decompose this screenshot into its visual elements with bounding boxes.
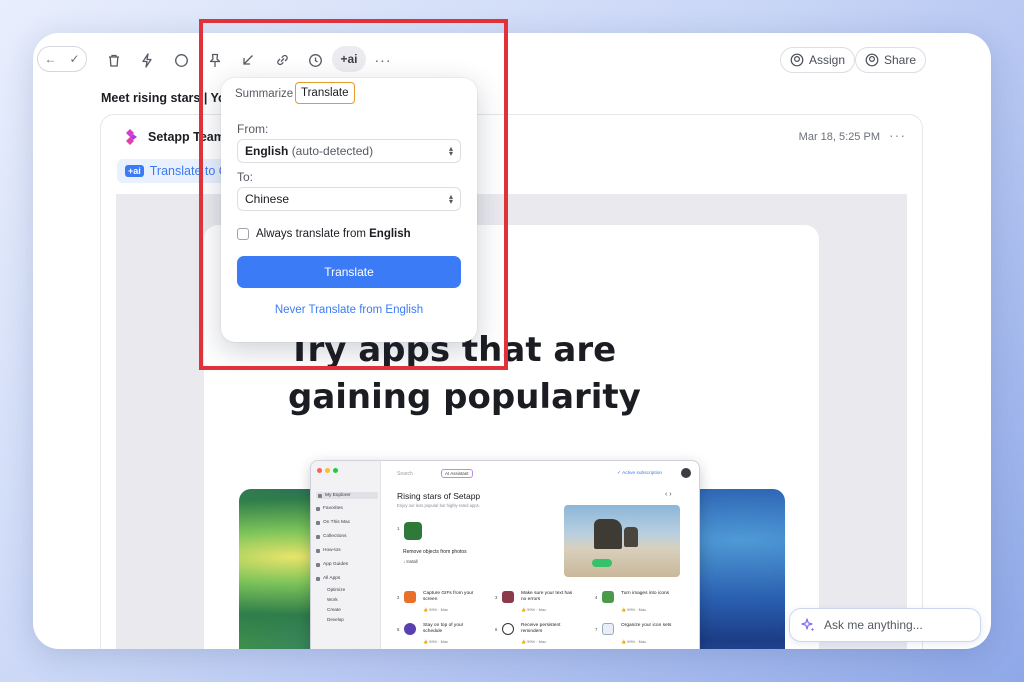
move-down-left-icon[interactable] [237, 49, 259, 71]
setapp-screenshot: My Explorer Favorites On This Mac Collec… [310, 460, 700, 649]
app-icon [602, 591, 614, 603]
sidebar-item-app-guides: App Guides [316, 562, 348, 567]
app-meta: 👍 99% · Mac [621, 639, 647, 644]
featured-app-icon [404, 522, 422, 540]
sidebar-sub-create: Create [327, 607, 341, 612]
from-label: From: [237, 122, 269, 136]
translate-button[interactable]: Translate [237, 256, 461, 288]
link-icon[interactable] [271, 49, 293, 71]
email-more-icon[interactable]: ··· [889, 127, 906, 143]
sidebar-item-my-explorer: My Explorer [316, 492, 378, 499]
ai-badge: +ai [125, 165, 144, 177]
bolt-icon[interactable] [136, 49, 158, 71]
always-lang: English [369, 228, 411, 240]
beach-photo [564, 505, 680, 577]
app-label: Make sure your text has no errors [521, 591, 573, 602]
mac-subscription: ✓ Active subscription [617, 471, 663, 476]
more-icon[interactable]: ··· [372, 49, 394, 71]
mac-ai-assistant: AI Assistant [441, 469, 473, 478]
sidebar-sub-develop: Develop [327, 617, 344, 622]
mac-title: Rising stars of Setapp [397, 491, 481, 501]
assign-icon [790, 53, 804, 67]
checkbox-icon[interactable] [237, 228, 249, 240]
ask-ai-input[interactable]: Ask me anything... [789, 608, 981, 642]
from-hint: (auto-detected) [291, 144, 374, 158]
mac-sidebar: My Explorer Favorites On This Mac Collec… [311, 461, 381, 649]
sidebar-item-all-apps: All Apps [316, 576, 340, 581]
circle-icon[interactable] [170, 49, 192, 71]
assign-label: Assign [809, 53, 846, 67]
app-num: 6 [495, 627, 498, 632]
mac-avatar [681, 468, 691, 478]
share-icon [865, 53, 879, 67]
hero-line-2: gaining popularity [288, 377, 641, 417]
sidebar-item-how-tos: How-tos [316, 548, 341, 553]
to-select[interactable]: Chinese ▴ ▾ [237, 187, 461, 211]
app-meta: 👍 99% · Mac [423, 607, 449, 612]
app-meta: 👍 99% · Mac [423, 639, 449, 644]
app-num: 2 [397, 595, 400, 600]
updown-icon: ▴ ▾ [448, 144, 453, 158]
featured-label: Remove objects from photos [403, 549, 467, 555]
to-label: To: [237, 170, 254, 184]
app-label: Stay on top of your schedule [423, 623, 464, 634]
ai-button[interactable]: +ai [332, 46, 366, 72]
app-icon [602, 623, 614, 635]
featured-install: ↓ Install [403, 559, 418, 564]
app-meta: 👍 99% · Mac [521, 639, 547, 644]
sender-name: Setapp Team [148, 130, 225, 144]
app-num: 4 [595, 595, 598, 600]
app-meta: 👍 99% · Mac [621, 607, 647, 612]
email-date: Mar 18, 5:25 PM [798, 131, 880, 143]
from-value: English [245, 144, 289, 158]
pin-icon[interactable] [204, 49, 226, 71]
app-label: Turn images into icons [621, 591, 670, 596]
email-subject: Meet rising stars | You [101, 91, 234, 105]
trash-icon[interactable] [103, 49, 125, 71]
app-label: Capture GIFs from your screen [423, 591, 474, 602]
mac-arrows: ‹ › [665, 491, 672, 498]
mail-window: ← ✓ +ai ··· Assign Share Meet rising sta… [33, 33, 991, 649]
mac-desc: Enjoy our less popular but highly-rated … [397, 503, 480, 508]
check-icon[interactable]: ✓ [69, 52, 79, 66]
sidebar-sub-work: Work [327, 597, 338, 602]
share-button[interactable]: Share [855, 47, 927, 73]
app-icon [404, 591, 416, 603]
sidebar-item-favorites: Favorites [316, 506, 343, 511]
tab-translate[interactable]: Translate [295, 82, 355, 104]
always-translate-checkbox[interactable]: Always translate from English [237, 228, 411, 240]
to-value: Chinese [245, 192, 290, 206]
assign-button[interactable]: Assign [780, 47, 856, 73]
translate-chip-label: Translate to C [149, 164, 228, 178]
app-num: 5 [397, 627, 400, 632]
always-prefix: Always translate from [256, 228, 370, 240]
app-icon [502, 623, 514, 635]
app-num: 7 [595, 627, 598, 632]
app-label: Receive persistent reminders [521, 623, 561, 634]
clock-icon[interactable] [304, 49, 326, 71]
share-label: Share [884, 53, 917, 67]
back-arrow-icon[interactable]: ← [44, 52, 56, 66]
sidebar-item-collections: Collections [316, 534, 346, 539]
from-select[interactable]: English (auto-detected) ▴ ▾ [237, 139, 461, 163]
mac-search: Search [397, 471, 413, 477]
translate-popup: Summarize Translate From: English (auto-… [221, 78, 477, 342]
tab-summarize[interactable]: Summarize [235, 88, 293, 100]
app-meta: 👍 99% · Mac [521, 607, 547, 612]
ask-placeholder: Ask me anything... [824, 618, 923, 632]
setapp-logo-icon [123, 129, 137, 150]
never-translate-link[interactable]: Never Translate from English [221, 304, 477, 316]
window-controls [317, 468, 338, 473]
app-label: Organize your icon sets [621, 623, 672, 628]
app-icon [502, 591, 514, 603]
app-icon [404, 623, 416, 635]
sidebar-item-on-this-mac: On This Mac [316, 520, 350, 525]
sidebar-sub-optimize: Optimize [327, 587, 346, 592]
featured-num: 1 [397, 526, 400, 531]
translate-chip[interactable]: +ai Translate to C [117, 159, 236, 183]
app-num: 3 [495, 595, 498, 600]
sparkle-icon [801, 618, 815, 632]
updown-icon: ▴ ▾ [448, 192, 453, 206]
nav-pill[interactable]: ← ✓ [37, 46, 87, 72]
